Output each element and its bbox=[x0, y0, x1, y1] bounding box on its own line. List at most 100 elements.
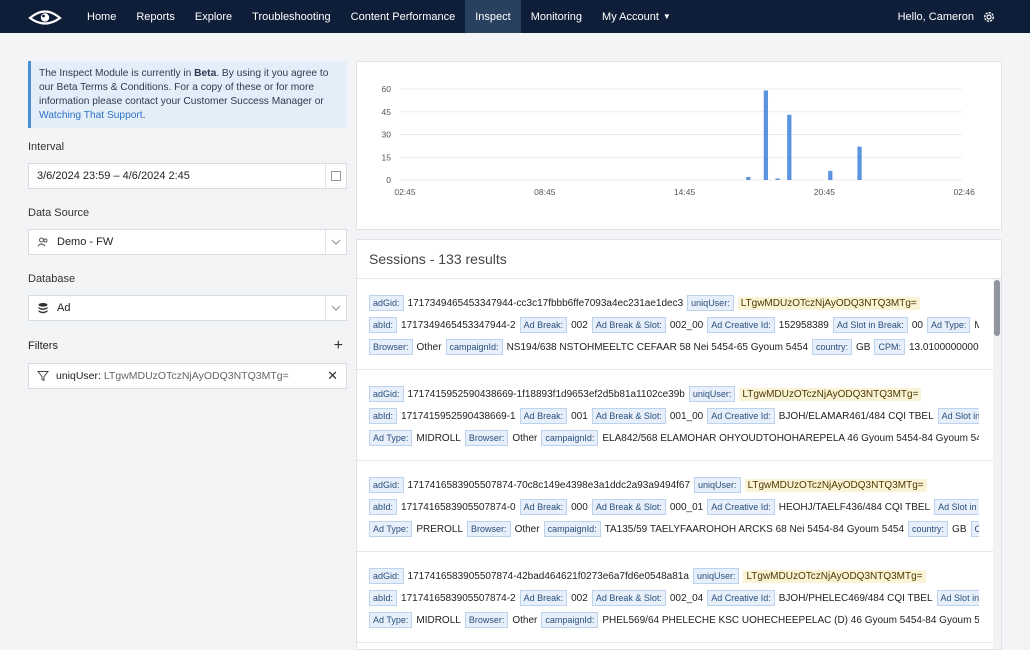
nav-item-label: Explore bbox=[194, 10, 233, 23]
field-tag: country: bbox=[812, 339, 853, 355]
scrollbar[interactable] bbox=[993, 279, 1001, 649]
field-value: ELA842/568 ELAMOHAR OHYOUDTOHOHAREPELA 4… bbox=[602, 432, 979, 444]
session-row: Ad Type: MIDROLL Browser: Other campaignId: P… bbox=[369, 609, 979, 631]
checkbox-icon bbox=[331, 171, 341, 181]
histogram-bar bbox=[857, 146, 862, 180]
field-value: LTgwMDUzOTczNjAyODQ3NTQ3MTg= bbox=[739, 387, 922, 401]
support-link[interactable]: Watching That Support bbox=[39, 110, 143, 121]
nav-reports[interactable]: Reports bbox=[126, 0, 185, 33]
datasource-select[interactable]: Demo - FW bbox=[28, 229, 347, 255]
field-tag: Ad Slot in Break: bbox=[832, 317, 908, 333]
nav-item-label: Reports bbox=[136, 10, 175, 23]
field-tag: Browser: bbox=[369, 339, 413, 355]
session-item[interactable]: adGid: 1717416583905507874-42bad464621f02… bbox=[357, 552, 993, 643]
histogram-bar bbox=[775, 178, 780, 180]
field-tag: Ad Break: bbox=[519, 590, 568, 606]
field-tag: campaignId: bbox=[445, 339, 503, 355]
field-value: LTgwMDUzOTczNjAyODQ3NTQ3MTg= bbox=[744, 478, 927, 492]
filter-value: LTgwMDUzOTczNjAyODQ3NTQ3MTg= bbox=[103, 370, 289, 382]
database-select[interactable]: Ad bbox=[28, 295, 347, 321]
field-tag: Ad Break: bbox=[519, 408, 568, 424]
field-tag: abId: bbox=[369, 408, 398, 424]
beta-text-3: . bbox=[142, 110, 146, 121]
interval-field[interactable]: 3/6/2024 23:59 – 4/6/2024 2:45 bbox=[28, 163, 347, 189]
nav-item-label: Monitoring bbox=[530, 10, 583, 23]
calendar-toggle[interactable] bbox=[325, 164, 346, 188]
sessions-title: Sessions - 133 results bbox=[357, 240, 1001, 279]
session-row: Ad Type: PREROLL Browser: Other campaignId: T… bbox=[369, 518, 979, 540]
field-tag: Ad Break & Slot: bbox=[591, 590, 666, 606]
chevron-down-icon[interactable] bbox=[325, 230, 346, 254]
field-tag: Ad Creative Id: bbox=[707, 317, 775, 333]
session-row: Browser: Other campaignId: NS194/638 NSTOHM… bbox=[369, 336, 979, 358]
scrollbar-thumb[interactable] bbox=[994, 280, 1000, 336]
field-value: 1717349465453347944-2 bbox=[401, 319, 516, 331]
session-list: adGid: 1717349465453347944-cc3c17fbbb6ffe… bbox=[357, 279, 1001, 643]
session-item[interactable]: adGid: 1717415952590438669-1f18893f1d9653… bbox=[357, 370, 993, 461]
filter-key: uniqUser: bbox=[56, 370, 101, 382]
session-row: abId: 1717415952590438669-1 Ad Break: 001 Ad… bbox=[369, 405, 979, 427]
field-value: 13.010000000000002 ... bbox=[908, 341, 979, 353]
field-tag: Ad Break & Slot: bbox=[591, 499, 666, 515]
sessions-card: Sessions - 133 results adGid: 17173494654… bbox=[356, 239, 1002, 650]
field-tag: Ad Slot in Break: bbox=[937, 408, 979, 424]
field-value: 002_00 bbox=[669, 319, 704, 331]
session-item[interactable]: adGid: 1717416583905507874-70c8c149e4398e… bbox=[357, 461, 993, 552]
nav-item-label: Inspect bbox=[475, 10, 511, 23]
funnel-icon bbox=[37, 371, 49, 382]
gear-icon[interactable] bbox=[982, 10, 996, 24]
nav-content-performance[interactable]: Content Performance bbox=[341, 0, 466, 33]
nav-item-label: Troubleshooting bbox=[252, 10, 331, 23]
nav-my-account[interactable]: My Account ▼ bbox=[592, 0, 681, 33]
field-value: 1717415952590438669-1 bbox=[401, 410, 516, 422]
beta-bold: Beta bbox=[194, 68, 217, 79]
session-row: adGid: 1717415952590438669-1f18893f1d9653… bbox=[369, 383, 979, 405]
field-value: 000_01 bbox=[669, 501, 704, 513]
filters-label: Filters bbox=[28, 340, 58, 352]
x-tick-label: 02:46 bbox=[954, 187, 976, 197]
field-tag: Ad Break & Slot: bbox=[591, 408, 666, 424]
filter-chip[interactable]: uniqUser: LTgwMDUzOTczNjAyODQ3NTQ3MTg= ✕ bbox=[28, 363, 347, 389]
field-value: 1717416583905507874-42bad464621f0273e6a7… bbox=[407, 570, 689, 582]
chevron-down-icon[interactable] bbox=[325, 296, 346, 320]
database-value: Ad bbox=[57, 302, 71, 314]
field-value: 002 bbox=[571, 319, 588, 331]
nav-item-label: Content Performance bbox=[350, 10, 456, 23]
session-item[interactable]: adGid: 1717349465453347944-cc3c17fbbb6ffe… bbox=[357, 279, 993, 370]
field-value: BJOH/ELAMAR461/484 CQI TBEL bbox=[778, 410, 934, 422]
session-row: abId: 1717349465453347944-2 Ad Break: 002 Ad… bbox=[369, 314, 979, 336]
x-tick-label: 08:45 bbox=[534, 187, 556, 197]
eye-logo-icon[interactable] bbox=[28, 7, 62, 27]
nav-troubleshooting[interactable]: Troubleshooting bbox=[242, 0, 340, 33]
add-filter-icon[interactable]: + bbox=[334, 338, 343, 354]
beta-notice: The Inspect Module is currently in Beta.… bbox=[28, 61, 347, 128]
field-tag: Browser: bbox=[464, 430, 509, 446]
nav-explore[interactable]: Explore bbox=[185, 0, 242, 33]
histogram-bar bbox=[746, 176, 751, 180]
field-value: TA135/59 TAELYFAAROHOH ARCKS 68 Nei 5454… bbox=[604, 523, 905, 535]
y-tick-label: 45 bbox=[382, 107, 392, 117]
nav-inspect[interactable]: Inspect bbox=[465, 0, 521, 33]
field-tag: adGid: bbox=[369, 568, 404, 584]
field-tag: adGid: bbox=[369, 295, 404, 311]
nav-home[interactable]: Home bbox=[77, 0, 126, 33]
y-tick-label: 0 bbox=[386, 175, 391, 185]
session-row: adGid: 1717349465453347944-cc3c17fbbb6ffe… bbox=[369, 292, 979, 314]
nav-monitoring[interactable]: Monitoring bbox=[521, 0, 592, 33]
field-value: NS194/638 NSTOHMEELTC CEFAAR 58 Nei 5454… bbox=[506, 341, 809, 353]
datasource-value: Demo - FW bbox=[57, 236, 114, 248]
close-icon[interactable]: ✕ bbox=[327, 368, 338, 384]
field-value: LTgwMDUzOTczNjAyODQ3NTQ3MTg= bbox=[743, 569, 926, 583]
field-value: 00 bbox=[911, 319, 923, 331]
field-tag: Browser: bbox=[467, 521, 511, 537]
database-icon bbox=[38, 303, 48, 314]
field-value: LTgwMDUzOTczNjAyODQ3NTQ3MTg= bbox=[737, 296, 920, 310]
field-tag: Ad Break: bbox=[519, 499, 568, 515]
field-tag: uniqUser: bbox=[694, 477, 741, 493]
field-tag: campaignId: bbox=[541, 612, 599, 628]
field-value: 1717349465453347944-cc3c17fbbb6ffe7093a4… bbox=[407, 297, 684, 309]
field-tag: campaignId: bbox=[543, 521, 601, 537]
user-greeting[interactable]: Hello, Cameron bbox=[898, 11, 974, 23]
field-value: 1717416583905507874-0 bbox=[401, 501, 516, 513]
field-tag: Ad Slot in Break: bbox=[934, 499, 979, 515]
